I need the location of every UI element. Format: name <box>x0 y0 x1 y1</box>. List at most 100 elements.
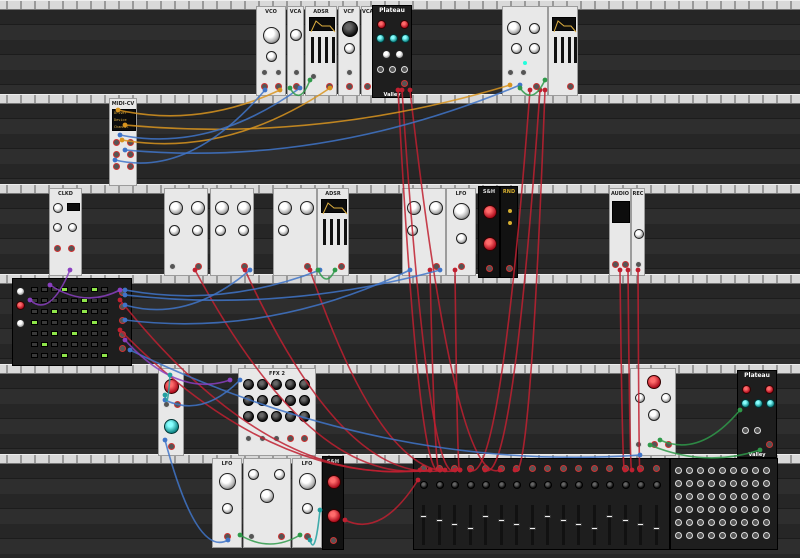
expander-jack[interactable] <box>763 467 770 474</box>
channel-send-knob[interactable] <box>513 481 521 489</box>
step-pad[interactable] <box>91 298 98 303</box>
channel-input-jack[interactable] <box>559 465 567 472</box>
ratio-knob[interactable] <box>529 23 540 34</box>
step-pad[interactable] <box>61 287 68 292</box>
channel-fader[interactable] <box>530 505 534 545</box>
step-pad[interactable] <box>41 320 48 325</box>
lfo-module[interactable]: LFO <box>292 458 322 548</box>
adsr-module[interactable] <box>548 6 578 96</box>
gate-out-jack[interactable] <box>119 331 126 338</box>
mod-knob[interactable] <box>164 419 179 434</box>
division-knob[interactable] <box>68 223 77 232</box>
expander-jack[interactable] <box>730 493 737 500</box>
output-jack[interactable] <box>330 537 337 544</box>
gate-jack[interactable] <box>310 73 317 80</box>
clock-module[interactable] <box>502 6 548 96</box>
sample-hold-module[interactable]: S&H <box>478 186 500 278</box>
step-pad[interactable] <box>91 342 98 347</box>
audio-in-jack[interactable] <box>622 261 629 268</box>
rate-knob[interactable] <box>299 473 316 490</box>
channel-send-knob[interactable] <box>435 481 444 489</box>
channel-send-knob[interactable] <box>451 481 459 489</box>
channel-fader[interactable] <box>546 505 549 545</box>
release-slider[interactable] <box>344 219 347 245</box>
channel-fader[interactable] <box>484 505 487 545</box>
channel-fader[interactable] <box>437 505 441 545</box>
expander-jack[interactable] <box>752 493 759 500</box>
step-pad[interactable] <box>71 320 78 325</box>
expander-jack[interactable] <box>675 467 682 474</box>
step-pad[interactable] <box>91 320 98 325</box>
step-pad[interactable] <box>41 331 48 336</box>
channel-fader[interactable] <box>499 505 503 545</box>
mod-knob[interactable] <box>395 50 404 59</box>
expander-jack[interactable] <box>686 506 693 513</box>
gate-out-jack[interactable] <box>119 317 126 324</box>
channel-input-jack[interactable] <box>420 465 427 472</box>
mod-knob[interactable] <box>164 379 179 394</box>
length-knob[interactable] <box>16 319 25 328</box>
midi-driver-text[interactable]: Driver <box>114 111 127 115</box>
audio-interface-module[interactable]: AUDIO <box>609 188 631 276</box>
expander-jack[interactable] <box>763 493 770 500</box>
output-jack[interactable] <box>113 151 120 158</box>
plateau-reverb-module[interactable]: Plateau Valley <box>372 5 412 98</box>
channel-fader-cap[interactable] <box>544 515 551 518</box>
mixer-module[interactable] <box>164 188 208 276</box>
channel-input-jack[interactable] <box>544 465 551 472</box>
expander-jack[interactable] <box>675 519 682 526</box>
cutoff-knob[interactable] <box>342 21 358 37</box>
channel-send-knob[interactable] <box>482 481 490 489</box>
decay-knob[interactable] <box>766 399 775 408</box>
channel-send-knob[interactable] <box>621 481 630 489</box>
expander-jack[interactable] <box>741 493 748 500</box>
expander-jack[interactable] <box>675 493 682 500</box>
step-pad[interactable] <box>51 342 58 347</box>
cv-jack[interactable] <box>754 427 761 434</box>
slew-knob[interactable] <box>483 237 497 251</box>
sustain-slider[interactable] <box>337 219 340 245</box>
size-knob[interactable] <box>376 34 385 43</box>
step-pad[interactable] <box>61 342 68 347</box>
expander-jack[interactable] <box>708 532 715 539</box>
output-jack[interactable] <box>665 441 672 448</box>
mixer-module[interactable] <box>273 188 317 276</box>
mix-knob[interactable] <box>215 201 229 215</box>
expander-jack[interactable] <box>752 519 759 526</box>
mix-knob[interactable] <box>237 201 251 215</box>
mix-knob[interactable] <box>192 225 203 236</box>
step-pad[interactable] <box>101 287 108 292</box>
release-slider[interactable] <box>574 37 577 63</box>
input-jack[interactable] <box>520 69 527 76</box>
expander-jack[interactable] <box>675 506 682 513</box>
expander-jack[interactable] <box>730 480 737 487</box>
mix-knob[interactable] <box>407 225 418 236</box>
step-pad[interactable] <box>51 320 58 325</box>
input-jack[interactable] <box>169 263 176 270</box>
rate-knob[interactable] <box>327 475 341 489</box>
expander-jack[interactable] <box>730 506 737 513</box>
channel-input-jack[interactable] <box>513 465 520 472</box>
step-pad[interactable] <box>71 331 78 336</box>
step-pad[interactable] <box>101 331 108 336</box>
output-jack[interactable] <box>486 265 493 272</box>
fx-knob[interactable] <box>257 395 268 406</box>
output-jack[interactable] <box>195 263 202 270</box>
output-jack[interactable] <box>127 163 134 170</box>
rate-knob[interactable] <box>453 203 470 220</box>
step-pad[interactable] <box>61 320 68 325</box>
channel-fader-cap[interactable] <box>606 515 613 518</box>
gain-knob[interactable] <box>634 229 644 239</box>
fx-knob[interactable] <box>271 411 282 422</box>
sustain-slider[interactable] <box>325 37 328 63</box>
gate-out-jack[interactable] <box>119 345 126 352</box>
expander-jack-grid[interactable] <box>675 467 775 547</box>
step-pad[interactable] <box>81 331 88 336</box>
step-pad[interactable] <box>31 309 38 314</box>
clock-out-jack[interactable] <box>54 245 61 252</box>
dry-knob[interactable] <box>377 20 386 29</box>
mix-knob[interactable] <box>300 201 314 215</box>
multi-fx-module[interactable]: FFX 2 <box>238 368 316 456</box>
output-jack[interactable] <box>651 441 658 448</box>
step-pad[interactable] <box>101 353 108 358</box>
